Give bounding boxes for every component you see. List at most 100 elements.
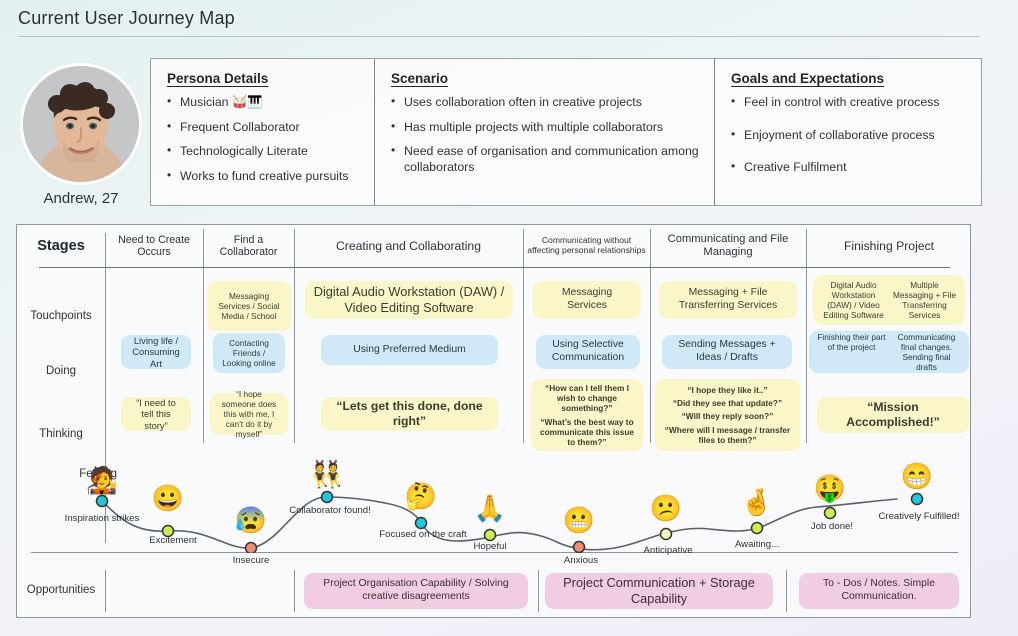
grinning-face-emoji: 😀 [151, 483, 185, 513]
header-stage-4: Communicating and File Managing [667, 233, 789, 258]
thinking-card-communicating-personal[interactable]: “How can I tell them I wish to change so… [531, 379, 643, 451]
list-item: Works to fund creative pursuits [167, 168, 360, 185]
node-anxious [572, 540, 586, 553]
doing-card-finishing[interactable]: Finishing their part of the project Comm… [809, 331, 969, 373]
touchpoint-card-file-managing[interactable]: Messaging + File Transferring Services [659, 281, 797, 319]
feeling-label-hopeful: Hopeful [473, 541, 507, 552]
goals-heading: Goals and Expectations [731, 71, 885, 86]
feeling-label-inspiration: Inspiration strikes [64, 513, 140, 524]
node-awaiting [750, 521, 764, 535]
thinking-fm-line-4: “Where will I message / transfer files t… [664, 424, 791, 445]
divider-opp-3 [786, 570, 787, 612]
singer-emoji: 🧑‍🎤 [85, 465, 119, 495]
thinking-cp-line-2: “What’s the best way to communicate this… [539, 417, 635, 448]
opportunity-card-3[interactable]: To - Dos / Notes. Simple Communication. [799, 573, 959, 609]
doing-card-file-managing[interactable]: Sending Messages + Ideas / Drafts [662, 335, 792, 369]
feeling-label-excitement: Excitement [149, 535, 197, 546]
doing-card-find-collaborator[interactable]: Contacting Friends / Looking online [213, 333, 285, 373]
header-stages: Stages [37, 237, 85, 254]
list-item: Creative Fulfilment [731, 159, 967, 176]
scenario-heading: Scenario [391, 71, 449, 86]
doing-finishing-b: Communicating final changes. Sending fin… [897, 331, 956, 373]
persona-details-list: Musician 🥁🎹 Frequent Collaborator Techno… [167, 94, 360, 185]
thinking-face-emoji: 🤔 [404, 481, 438, 511]
confused-face-emoji: 😕 [649, 493, 683, 523]
persona-details-heading: Persona Details [167, 71, 269, 86]
goals-column: Goals and Expectations Feel in control w… [715, 59, 981, 205]
row-label-thinking: Thinking [39, 428, 83, 440]
persona-avatar-block: Andrew, 27 [22, 66, 140, 207]
opportunity-card-1[interactable]: Project Organisation Capability / Solvin… [304, 573, 528, 609]
thinking-card-find-collaborator[interactable]: “I hope someone does this with me, I can… [210, 389, 288, 439]
header-stage-5: Finishing Project [843, 238, 935, 253]
beaming-face-emoji: 😁 [900, 461, 934, 491]
thinking-fm-line-2: “Did they see that update?” [672, 398, 783, 409]
node-anticipative [659, 527, 673, 541]
folded-hands-emoji: 🙏 [473, 493, 507, 523]
doing-card-creating[interactable]: Using Preferred Medium [321, 335, 498, 365]
list-item: Enjoyment of collaborative process [731, 127, 967, 144]
goals-list: Feel in control with creative process En… [731, 94, 967, 176]
touchpoint-finishing-a: Digital Audio Workstation (DAW) / Video … [823, 279, 884, 321]
node-focused [414, 516, 428, 530]
money-mouth-face-emoji: 🤑 [813, 473, 847, 503]
header-stage-2: Creating and Collaborating [336, 238, 481, 253]
opportunity-card-2[interactable]: Project Communication + Storage Capabili… [545, 573, 773, 609]
doing-card-communicating-personal[interactable]: Using Selective Communication [536, 335, 640, 369]
feeling-label-focused: Focused on the craft [379, 529, 467, 540]
touchpoint-card-find-collaborator[interactable]: Messaging Services / Social Media / Scho… [207, 281, 291, 331]
journey-map-table: Stages Need to Create Occurs Find a Coll… [16, 224, 971, 618]
feeling-label-job-done: Job done! [810, 521, 854, 532]
feeling-label-creatively-fulfilled: Creatively Fulfilled! [878, 511, 960, 522]
scenario-list: Uses collaboration often in creative pro… [391, 94, 700, 176]
node-collaborator-found [320, 490, 334, 504]
crossed-fingers-emoji: 🤞 [740, 487, 774, 517]
node-creatively-fulfilled [910, 492, 924, 506]
row-label-doing: Doing [45, 365, 77, 377]
touchpoint-card-creating[interactable]: Digital Audio Workstation (DAW) / Video … [305, 281, 513, 319]
list-item: Frequent Collaborator [167, 119, 360, 136]
row-label-touchpoints: Touchpoints [30, 310, 92, 322]
scenario-column: Scenario Uses collaboration often in cre… [375, 59, 715, 205]
touchpoint-card-finishing[interactable]: Digital Audio Workstation (DAW) / Video … [813, 275, 965, 325]
feeling-label-anxious: Anxious [563, 555, 599, 566]
row-label-opportunities: Opportunities [26, 584, 96, 596]
feeling-label-anticipative: Anticipative [643, 545, 693, 556]
thinking-fm-line-3: “Will they reply soon?” [681, 411, 774, 422]
doing-card-need-create[interactable]: Living life / Consuming Art [121, 335, 191, 369]
node-inspiration [95, 494, 109, 508]
header-divider [39, 267, 950, 268]
persona-details-column: Persona Details Musician 🥁🎹 Frequent Col… [151, 59, 375, 205]
user-journey-map-page: Current User Journey Map Andrew, 27 Pers… [0, 0, 1018, 636]
list-item: Musician 🥁🎹 [167, 94, 360, 111]
feeling-label-insecure: Insecure [232, 555, 270, 566]
touchpoint-card-communicating-personal[interactable]: Messaging Services [533, 281, 641, 319]
header-stage-1: Find a Collaborator [219, 233, 278, 258]
thinking-fm-line-1: “I hope they like it..” [687, 385, 768, 396]
grimacing-face-emoji: 😬 [562, 505, 596, 535]
thinking-card-finishing[interactable]: “Mission Accomplished!” [817, 397, 969, 433]
header-stage-0: Need to Create Occurs [118, 233, 190, 258]
feeling-label-collaborator-found: Collaborator found! [289, 505, 371, 516]
thinking-card-creating[interactable]: “Lets get this done, done right” [321, 397, 498, 431]
list-item: Has multiple projects with multiple coll… [391, 119, 700, 136]
avatar [23, 66, 139, 182]
list-item: Uses collaboration often in creative pro… [391, 94, 700, 111]
node-hopeful [483, 528, 497, 542]
touchpoint-finishing-b: Multiple Messaging + File Transferring S… [893, 279, 956, 321]
people-bunny-ears-emoji: 👯 [310, 459, 344, 489]
thinking-card-file-managing[interactable]: “I hope they like it..” “Did they see th… [655, 379, 800, 451]
doing-finishing-a: Finishing their part of the project [817, 331, 886, 352]
divider-opp-2 [538, 570, 539, 612]
header-stage-3: Communicating without affecting personal… [527, 235, 646, 255]
thinking-card-need-create[interactable]: “I need to tell this story” [121, 397, 191, 431]
node-insecure [244, 541, 258, 553]
anxious-face-sweat-emoji: 😰 [234, 505, 268, 535]
divider-opp-1 [294, 570, 295, 612]
feeling-chart: 🧑‍🎤 😀 😰 👯 🤔 🙏 😬 😕 🤞 🤑 😁 Inspiration stri… [17, 455, 972, 566]
node-job-done [823, 506, 837, 520]
persona-info-panel: Persona Details Musician 🥁🎹 Frequent Col… [150, 58, 982, 206]
page-title: Current User Journey Map [18, 8, 235, 28]
list-item: Feel in control with creative process [731, 94, 967, 111]
title-divider [18, 36, 980, 37]
